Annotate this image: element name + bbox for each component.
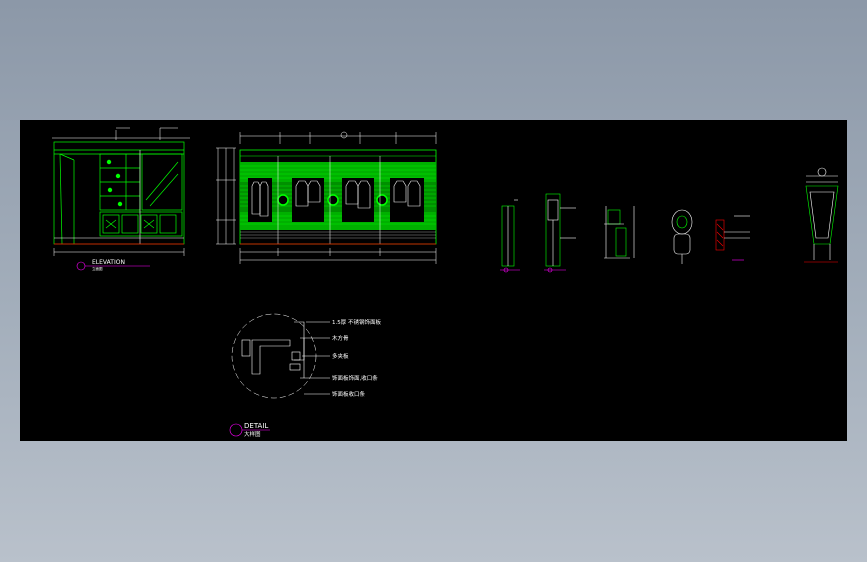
detail-subtitle: 大样图 [244,430,261,438]
section-drawings [500,167,839,273]
detail-callout-1: 1.5厚 不锈钢饰面板 [332,318,381,326]
detail-title-block: DETAIL 大样图 [229,422,270,438]
detail-drawing: 1.5厚 不锈钢饰面板 木方骨 多夹板 饰面板饰面,收口条 饰面板收口条 DET… [229,313,381,438]
section-6 [804,167,839,263]
detail-callout-4: 饰面板饰面,收口条 [332,374,378,382]
detail-title: DETAIL [244,422,268,430]
section-5 [715,215,750,261]
elevation-title: ELEVATION [92,259,125,266]
section-1 [500,199,520,273]
detail-callout-3: 多夹板 [332,352,349,360]
cad-drawing: ELEVATION 立面图 1.5厚 不锈钢饰面板 木方骨 多夹板 饰面板饰面,… [52,127,839,438]
elevation-drawing: ELEVATION 立面图 [52,127,190,271]
wardrobe-elevation-drawing [216,131,437,264]
section-2 [544,193,576,273]
section-4 [671,209,693,264]
section-3 [604,206,635,259]
detail-callout-5: 饰面板收口条 [332,390,366,398]
elevation-title-block: ELEVATION 立面图 [76,259,150,271]
detail-callout-2: 木方骨 [332,334,349,342]
elevation-subtitle: 立面图 [92,266,103,271]
detail-leaders [300,321,330,395]
cad-drawing-canvas[interactable]: ELEVATION 立面图 1.5厚 不锈钢饰面板 木方骨 多夹板 饰面板饰面,… [20,120,847,441]
